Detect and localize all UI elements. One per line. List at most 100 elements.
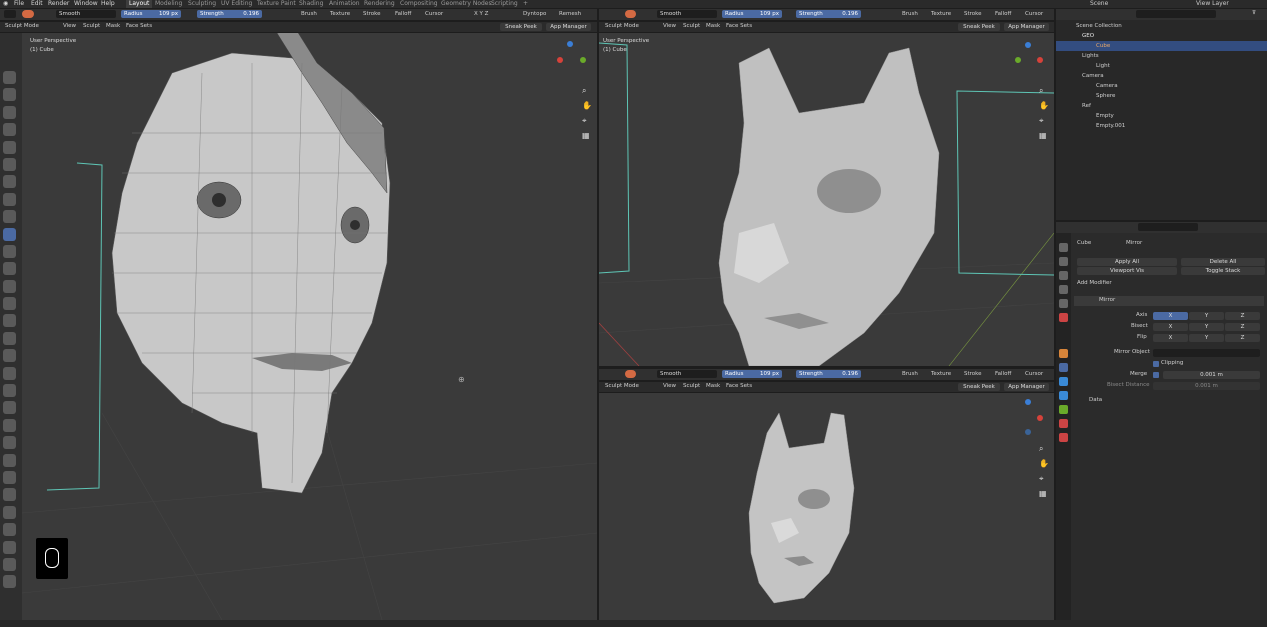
brush-menu[interactable]: Brush — [902, 10, 918, 19]
draw-face-sets-tool-icon[interactable] — [3, 540, 16, 554]
scene-selector[interactable]: Scene — [1090, 0, 1108, 8]
view-menu[interactable]: View — [663, 382, 676, 391]
dyntopo-toggle[interactable]: Dyntopo — [523, 10, 546, 19]
tab-animation[interactable]: Animation — [329, 0, 360, 8]
view-menu[interactable]: View — [63, 22, 76, 31]
brush-name-field[interactable]: Smooth — [657, 10, 717, 18]
mirror-modifier-header[interactable]: Mirror — [1074, 296, 1264, 306]
tool-tab-icon[interactable] — [1059, 243, 1068, 252]
cloth-tool-icon[interactable] — [3, 488, 16, 502]
viewport-nav-buttons[interactable]: ⌕ ✋ ⌖ ▦ — [1039, 441, 1049, 501]
outliner-row-ref[interactable]: Ref — [1056, 101, 1267, 111]
mask-tool-icon[interactable] — [3, 523, 16, 537]
add-workspace-button[interactable]: + — [523, 0, 528, 8]
properties-search-input[interactable] — [1138, 223, 1198, 231]
brush-icon[interactable] — [625, 370, 636, 378]
falloff-menu[interactable]: Falloff — [995, 10, 1011, 19]
menu-edit[interactable]: Edit — [31, 0, 43, 8]
outliner-row-empty-001[interactable]: Empty.001 — [1056, 121, 1267, 131]
clay-tool-icon[interactable] — [3, 105, 16, 119]
bisect-z-toggle[interactable]: Z — [1225, 323, 1260, 331]
bisect-distance-field[interactable]: 0.001 m — [1153, 382, 1260, 390]
pose-tool-icon[interactable] — [3, 401, 16, 415]
data-tab-icon[interactable] — [1059, 405, 1068, 414]
stroke-menu[interactable]: Stroke — [363, 10, 381, 19]
outliner-scene-collection[interactable]: Scene Collection — [1056, 21, 1267, 31]
render-tab-icon[interactable] — [1059, 257, 1068, 266]
outliner-row-cube[interactable]: Cube — [1056, 41, 1267, 51]
toggle-stack-button[interactable]: Toggle Stack — [1181, 267, 1265, 275]
fill-tool-icon[interactable] — [3, 262, 16, 276]
particles-tab-icon[interactable] — [1059, 377, 1068, 386]
brush-name-field[interactable]: Smooth — [657, 370, 717, 378]
add-modifier-button[interactable]: Add Modifier — [1077, 279, 1112, 288]
flip-y-toggle[interactable]: Y — [1189, 334, 1224, 342]
flip-x-toggle[interactable]: X — [1153, 334, 1188, 342]
flatten-tool-icon[interactable] — [3, 244, 16, 258]
navigation-gizmo[interactable] — [555, 41, 591, 77]
tab-sculpting[interactable]: Sculpting — [188, 0, 216, 8]
strength-field[interactable]: Strength 0.196 — [197, 10, 262, 18]
navigation-gizmo[interactable] — [1013, 42, 1047, 76]
view-menu[interactable]: View — [663, 22, 676, 31]
merge-checkbox[interactable] — [1153, 372, 1159, 378]
sneak-peek-button[interactable]: Sneak Peek — [958, 23, 1000, 31]
axis-x-toggle[interactable]: X — [1153, 312, 1188, 320]
bisect-x-toggle[interactable]: X — [1153, 323, 1188, 331]
outliner-row-camera[interactable]: Camera — [1056, 81, 1267, 91]
mode-selector[interactable]: Sculpt Mode — [605, 382, 639, 391]
outliner-row-camera-collection[interactable]: Camera — [1056, 71, 1267, 81]
editor-type-icon[interactable] — [4, 10, 16, 18]
brush-icon[interactable] — [625, 10, 636, 18]
viewport-main[interactable]: ⊕ User Perspective (1) Cube ⌕ ✋ ⌖ ▦ — [22, 33, 597, 620]
brush-menu[interactable]: Brush — [301, 10, 317, 19]
gizmo-y-axis[interactable] — [580, 57, 586, 63]
viewport-nav-buttons[interactable]: ⌕ ✋ ⌖ ▦ — [1039, 83, 1049, 143]
falloff-menu[interactable]: Falloff — [395, 10, 411, 19]
face-sets-menu[interactable]: Face Sets — [726, 22, 752, 31]
menu-window[interactable]: Window — [74, 0, 98, 8]
flip-z-toggle[interactable]: Z — [1225, 334, 1260, 342]
sculpt-menu[interactable]: Sculpt — [83, 22, 100, 31]
outliner-row-geo[interactable]: GEO — [1056, 31, 1267, 41]
strength-field[interactable]: Strength 0.196 — [796, 10, 861, 18]
apply-all-button[interactable]: Apply All — [1077, 258, 1177, 266]
menu-render[interactable]: Render — [48, 0, 69, 8]
gizmo-z-axis[interactable] — [1025, 399, 1031, 405]
viewport-bottom-right[interactable]: ⌕ ✋ ⌖ ▦ — [599, 393, 1054, 620]
symmetry-xyz[interactable]: X Y Z — [474, 10, 488, 19]
clay-strips-tool-icon[interactable] — [3, 123, 16, 137]
viewport-vis-button[interactable]: Viewport Vis — [1077, 267, 1177, 275]
modifier-tab-icon[interactable] — [1059, 363, 1068, 372]
elastic-deform-tool-icon[interactable] — [3, 349, 16, 363]
axis-z-toggle[interactable]: Z — [1225, 312, 1260, 320]
physics-tab-icon[interactable] — [1059, 391, 1068, 400]
gizmo-z-axis[interactable] — [1025, 42, 1031, 48]
strength-field[interactable]: Strength 0.196 — [796, 370, 861, 378]
tab-uv-editing[interactable]: UV Editing — [221, 0, 252, 8]
snake-hook-tool-icon[interactable] — [3, 366, 16, 380]
nudge-tool-icon[interactable] — [3, 418, 16, 432]
mode-selector[interactable]: Sculpt Mode — [605, 22, 639, 31]
tab-layout[interactable]: Layout — [126, 0, 153, 8]
mirror-object-field[interactable] — [1153, 349, 1260, 357]
tab-compositing[interactable]: Compositing — [400, 0, 438, 8]
sculpt-menu[interactable]: Sculpt — [683, 22, 700, 31]
boundary-tool-icon[interactable] — [3, 470, 16, 484]
sculpt-menu[interactable]: Sculpt — [683, 382, 700, 391]
tab-modeling[interactable]: Modeling — [155, 0, 182, 8]
face-sets-menu[interactable]: Face Sets — [126, 22, 152, 31]
blender-logo-icon[interactable]: ◉ — [3, 0, 8, 8]
merge-distance-field[interactable]: 0.001 m — [1163, 371, 1260, 379]
radius-field[interactable]: Radius 109 px — [121, 10, 181, 18]
view-layer-tab-icon[interactable] — [1059, 285, 1068, 294]
mask-menu[interactable]: Mask — [106, 22, 120, 31]
gizmo-z-axis[interactable] — [567, 41, 573, 47]
axis-y-toggle[interactable]: Y — [1189, 312, 1224, 320]
cursor-menu[interactable]: Cursor — [1025, 10, 1043, 19]
stroke-menu[interactable]: Stroke — [964, 370, 982, 379]
tab-geometry-nodes[interactable]: Geometry Nodes — [441, 0, 492, 8]
data-subpanel[interactable]: Data — [1089, 396, 1102, 405]
texture-menu[interactable]: Texture — [931, 370, 951, 379]
outliner-row-light[interactable]: Light — [1056, 61, 1267, 71]
